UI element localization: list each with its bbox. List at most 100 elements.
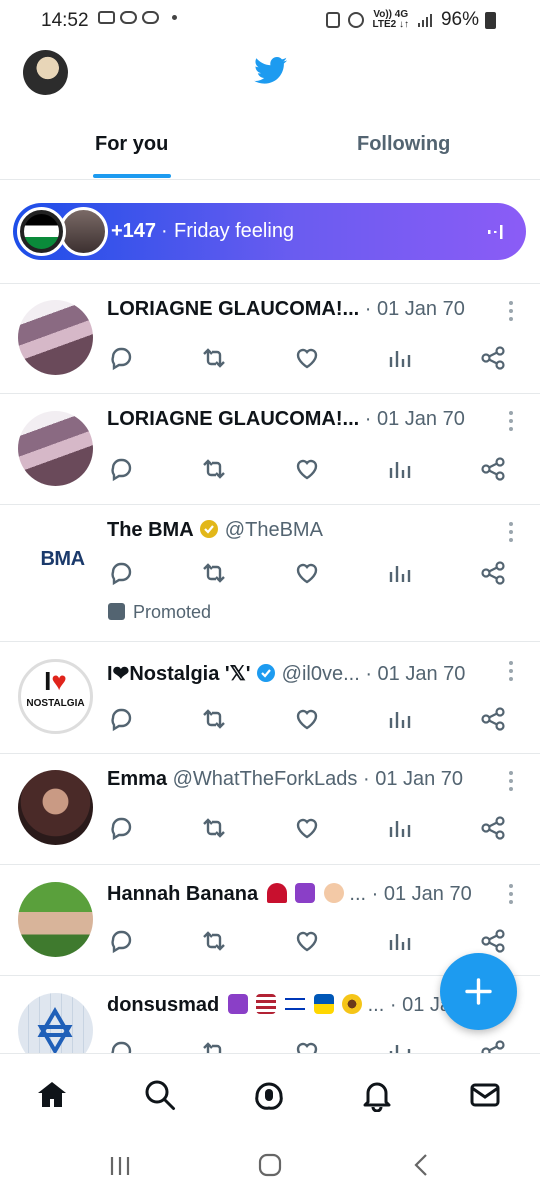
app-icon [120, 11, 137, 24]
fist-emoji-icon [323, 883, 344, 903]
system-status: Vo)) 4G LTE2 ↓↑ 96% [326, 9, 496, 31]
more-options-icon[interactable] [509, 884, 515, 908]
tweet-author-avatar[interactable] [18, 770, 93, 845]
share-icon[interactable] [479, 705, 507, 733]
tweet-author-name[interactable]: Emma [107, 768, 167, 790]
tweet-author-avatar[interactable] [18, 300, 93, 375]
spaces-icon[interactable] [252, 1078, 286, 1112]
notification-icons [98, 11, 177, 24]
israel-flag-icon [284, 994, 305, 1014]
tweet-author-avatar[interactable]: I♥ NOSTALGIA [18, 659, 93, 734]
profile-avatar[interactable] [23, 50, 68, 95]
more-options-icon[interactable] [509, 522, 515, 546]
views-icon[interactable] [386, 927, 414, 955]
tweet-actions [107, 559, 507, 589]
more-options-icon[interactable] [509, 301, 515, 325]
tweet-author-name[interactable]: LORIAGNE GLAUCOMA!... [107, 298, 359, 320]
reply-icon[interactable] [107, 814, 135, 842]
peace-emoji-icon [227, 994, 248, 1014]
retweet-icon[interactable] [200, 344, 228, 372]
views-icon[interactable] [386, 814, 414, 842]
tweet-date: · 01 Jan 70 [362, 768, 464, 790]
verified-gold-icon [200, 520, 219, 538]
tweet-actions [107, 705, 507, 735]
views-icon[interactable] [386, 455, 414, 483]
share-icon[interactable] [479, 927, 507, 955]
more-options-icon[interactable] [509, 411, 515, 435]
tweet-author-name[interactable]: LORIAGNE GLAUCOMA!... [107, 408, 359, 430]
tweet-header: The BMA @TheBMA [107, 519, 323, 542]
peace-emoji-icon [295, 883, 316, 903]
like-icon[interactable] [293, 1038, 321, 1053]
back-icon[interactable] [410, 1153, 434, 1177]
star-of-david-icon [37, 1007, 73, 1053]
battery-saver-icon [326, 12, 341, 28]
more-options-icon[interactable] [509, 661, 515, 685]
share-icon[interactable] [479, 1038, 507, 1053]
tweet-author-avatar[interactable] [18, 411, 93, 486]
views-icon[interactable] [386, 559, 414, 587]
spaces-banner[interactable]: +147 · Friday feeling [13, 203, 526, 260]
like-icon[interactable] [293, 814, 321, 842]
messages-icon[interactable] [468, 1078, 502, 1112]
alarm-icon [348, 12, 365, 28]
search-icon[interactable] [143, 1078, 177, 1112]
home-button-icon[interactable] [258, 1153, 282, 1177]
network-indicator: Vo)) 4G LTE2 ↓↑ [372, 10, 408, 30]
views-icon[interactable] [386, 1038, 414, 1053]
retweet-icon[interactable] [200, 705, 228, 733]
share-icon[interactable] [479, 344, 507, 372]
gallery-icon [98, 11, 115, 24]
space-listener-count: +147 [111, 220, 157, 242]
divider [0, 864, 540, 865]
retweet-icon[interactable] [200, 455, 228, 483]
tweet-author-avatar[interactable] [18, 993, 93, 1053]
twitter-logo-icon [254, 57, 288, 84]
bma-logo: BMA [40, 548, 85, 570]
sunflower-icon [342, 994, 363, 1014]
recent-apps-icon[interactable] [108, 1154, 132, 1178]
reply-icon[interactable] [107, 705, 135, 733]
retweet-icon[interactable] [200, 559, 228, 587]
reply-icon[interactable] [107, 559, 135, 587]
views-icon[interactable] [386, 705, 414, 733]
tweet-author-name[interactable]: Hannah Banana [107, 883, 258, 905]
share-icon[interactable] [479, 455, 507, 483]
tweet-author-name[interactable]: I❤Nostalgia '𝕏' [107, 663, 251, 685]
tab-for-you[interactable]: For you [95, 133, 168, 156]
tweet-date: · 01 Jan 70 [364, 408, 465, 430]
system-navigation-bar [0, 1135, 540, 1200]
reply-icon[interactable] [107, 455, 135, 483]
tweet-header: I❤Nostalgia '𝕏' @il0ve... · 01 Jan 70 [107, 661, 465, 686]
tweet-author-avatar[interactable] [18, 882, 93, 957]
notifications-icon[interactable] [360, 1078, 394, 1112]
retweet-icon[interactable] [200, 1038, 228, 1053]
compose-tweet-button[interactable] [440, 953, 517, 1030]
like-icon[interactable] [293, 344, 321, 372]
views-icon[interactable] [386, 344, 414, 372]
home-icon[interactable] [35, 1078, 69, 1112]
like-icon[interactable] [293, 705, 321, 733]
like-icon[interactable] [293, 455, 321, 483]
reply-icon[interactable] [107, 344, 135, 372]
retweet-icon[interactable] [200, 814, 228, 842]
tweet-author-handle: @WhatTheForkLads [172, 768, 358, 790]
divider [0, 504, 540, 505]
like-icon[interactable] [293, 927, 321, 955]
app-icon [142, 11, 159, 24]
tweet-author-name[interactable]: The BMA [107, 519, 194, 541]
reply-icon[interactable] [107, 927, 135, 955]
retweet-icon[interactable] [200, 927, 228, 955]
reply-icon[interactable] [107, 1038, 135, 1053]
share-icon[interactable] [479, 814, 507, 842]
audio-wave-icon [488, 225, 503, 239]
tweet-author-handle: ... [367, 994, 385, 1016]
tweet-author-avatar[interactable]: BMA [18, 522, 93, 597]
tab-following[interactable]: Following [357, 133, 450, 156]
tweet-header: Hannah Banana ... · 01 Jan 70 [107, 883, 472, 906]
tweet-header: donsusmad ... · 01 Jan 70 [107, 994, 490, 1017]
tweet-author-name[interactable]: donsusmad [107, 994, 219, 1016]
share-icon[interactable] [479, 559, 507, 587]
like-icon[interactable] [293, 559, 321, 587]
more-options-icon[interactable] [509, 771, 515, 795]
